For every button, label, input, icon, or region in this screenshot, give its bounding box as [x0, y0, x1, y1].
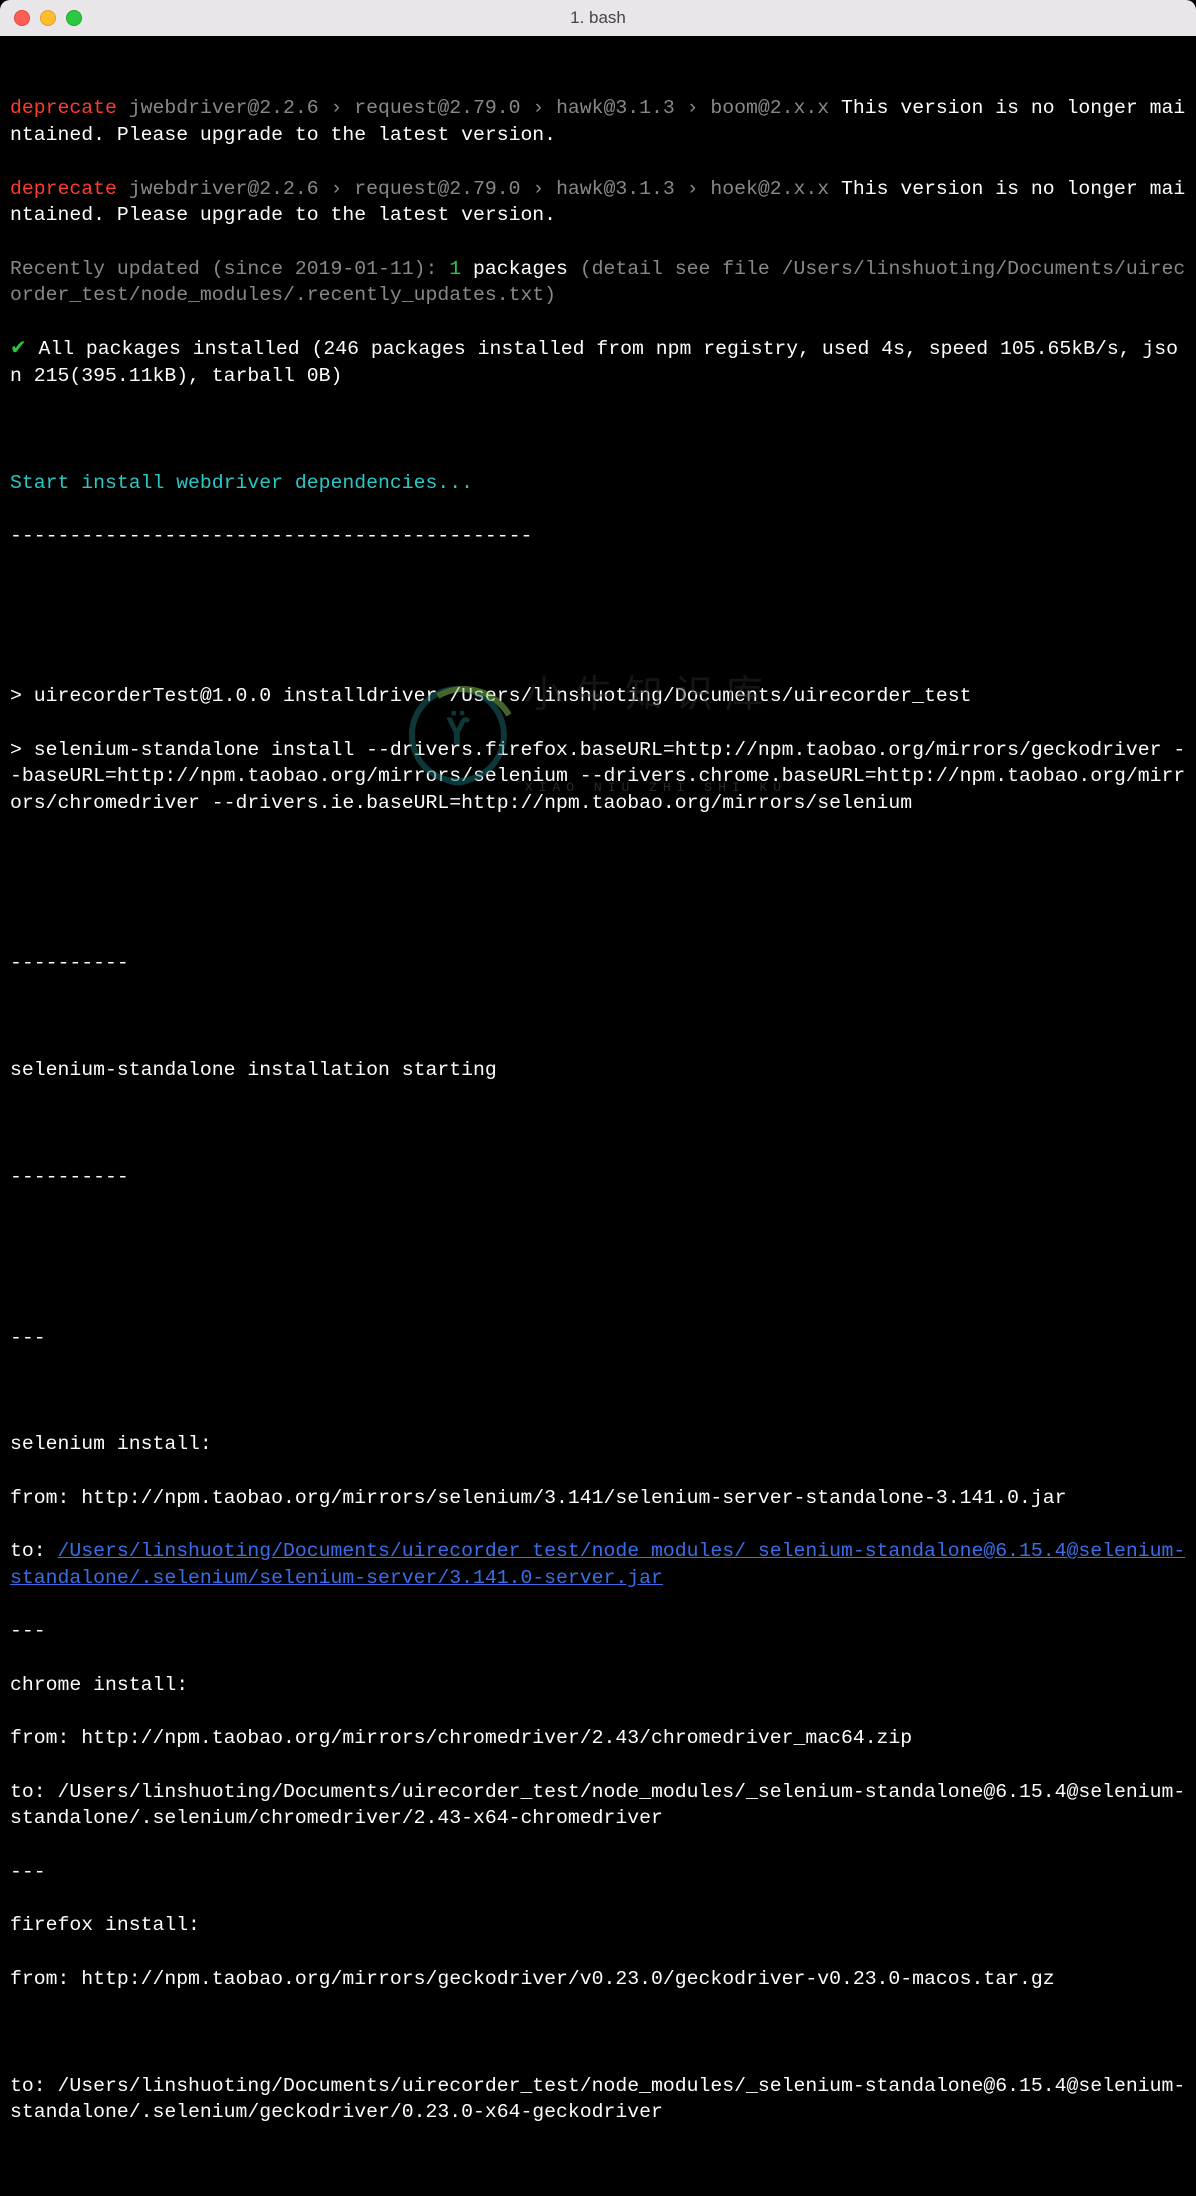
install-ok-msg: All packages installed (246 packages ins… — [10, 338, 1178, 387]
start-banner: Start install webdriver dependencies... — [10, 470, 1186, 497]
dep-chain-2: jwebdriver@2.2.6 › request@2.79.0 › hawk… — [129, 178, 841, 200]
log-line: ✔ All packages installed (246 packages i… — [10, 336, 1186, 389]
maximize-icon[interactable] — [66, 10, 82, 26]
window-title: 1. bash — [570, 7, 626, 30]
blank-line — [10, 1111, 1186, 1138]
dash-line: --- — [10, 1618, 1186, 1645]
deprecate-label: deprecate — [10, 178, 117, 200]
blank-line — [10, 844, 1186, 871]
firefox-heading: firefox install: — [10, 1912, 1186, 1939]
minimize-icon[interactable] — [40, 10, 56, 26]
selenium-heading: selenium install: — [10, 1431, 1186, 1458]
log-line: deprecate jwebdriver@2.2.6 › request@2.7… — [10, 95, 1186, 148]
npm-script-line: > selenium-standalone install --drivers.… — [10, 737, 1186, 817]
dash-line: --- — [10, 1325, 1186, 1352]
recent-prefix: Recently updated (since 2019-01-11): — [10, 258, 449, 280]
chrome-from: from: http://npm.taobao.org/mirrors/chro… — [10, 1725, 1186, 1752]
terminal-window: 1. bash ϔ ‿ 小牛知识库 XIAO NIU ZHI SHI KU de… — [0, 0, 1196, 2196]
npm-script-line: > uirecorderTest@1.0.0 installdriver /Us… — [10, 683, 1186, 710]
blank-line — [10, 1378, 1186, 1405]
recent-count: 1 — [449, 258, 461, 280]
close-icon[interactable] — [14, 10, 30, 26]
to-prefix: to: — [10, 1540, 57, 1562]
blank-line — [10, 897, 1186, 924]
dash-line: ---------- — [10, 950, 1186, 977]
terminal-output[interactable]: ϔ ‿ 小牛知识库 XIAO NIU ZHI SHI KU deprecate … — [0, 36, 1196, 2196]
blank-line — [10, 1271, 1186, 1298]
log-line: Recently updated (since 2019-01-11): 1 p… — [10, 256, 1186, 309]
dash-line: ---------- — [10, 1164, 1186, 1191]
blank-line — [10, 1218, 1186, 1245]
banner-dash: ----------------------------------------… — [10, 523, 1186, 550]
chrome-heading: chrome install: — [10, 1672, 1186, 1699]
dep-chain-1: jwebdriver@2.2.6 › request@2.79.0 › hawk… — [129, 97, 841, 119]
selenium-start: selenium-standalone installation startin… — [10, 1057, 1186, 1084]
dash-line: --- — [10, 1859, 1186, 1886]
selenium-to: to: /Users/linshuoting/Documents/uirecor… — [10, 1538, 1186, 1591]
deprecate-label: deprecate — [10, 97, 117, 119]
traffic-lights — [14, 10, 82, 26]
blank-line — [10, 2019, 1186, 2046]
titlebar[interactable]: 1. bash — [0, 0, 1196, 36]
blank-line — [10, 416, 1186, 443]
check-icon: ✔ — [10, 338, 38, 360]
chrome-to: to: /Users/linshuoting/Documents/uirecor… — [10, 1779, 1186, 1832]
recent-word: packages — [461, 258, 580, 280]
firefox-from: from: http://npm.taobao.org/mirrors/geck… — [10, 1966, 1186, 1993]
log-line: deprecate jwebdriver@2.2.6 › request@2.7… — [10, 176, 1186, 229]
firefox-to: to: /Users/linshuoting/Documents/uirecor… — [10, 2073, 1186, 2126]
blank-line — [10, 576, 1186, 603]
blank-line — [10, 1004, 1186, 1031]
blank-line — [10, 630, 1186, 657]
selenium-from: from: http://npm.taobao.org/mirrors/sele… — [10, 1485, 1186, 1512]
path-link[interactable]: /Users/linshuoting/Documents/uirecorder_… — [10, 1540, 1185, 1589]
